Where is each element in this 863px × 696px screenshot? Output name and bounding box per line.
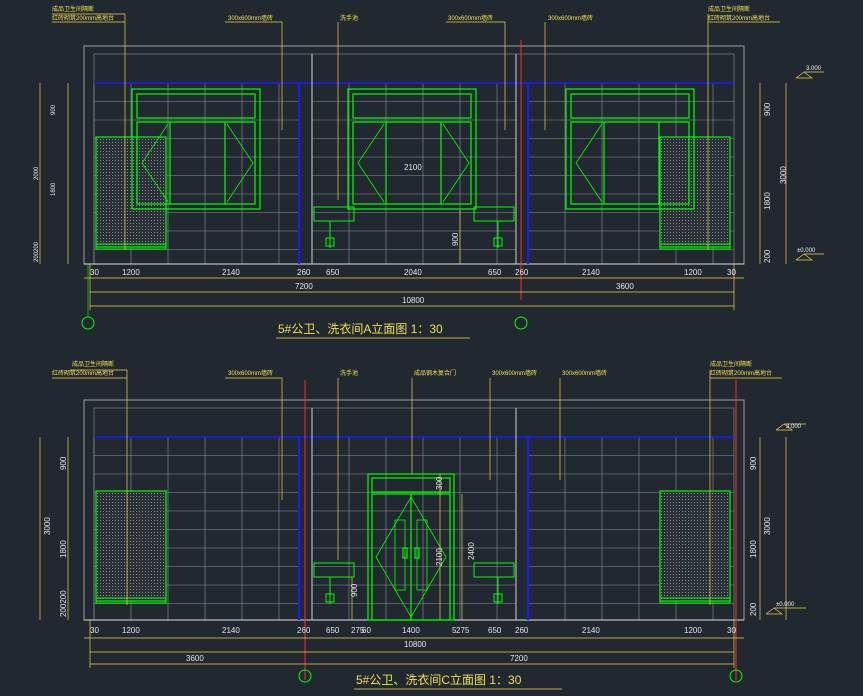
overall-dimension-label: 3600 [616,282,634,291]
annotation-note: 红砖砌筑200mm高地台 [52,369,114,377]
overall-dimension-label: 7200 [510,654,528,663]
side-dimension-label: 200 [763,249,772,263]
annotation-note: 300x600mm墙砖 [228,14,273,22]
inner-dimension-label: 2100 [404,163,422,172]
dimension-label: 260 [297,268,311,277]
dimension-label: 60 [362,626,371,635]
overall-dimension-label: 10800 [404,640,427,649]
dimension-label: 2140 [582,626,600,635]
annotation-note: 洗手池 [340,14,358,22]
dimension-label: 30 [90,626,99,635]
annotation-note: 成品卫生间隔断 [708,5,750,13]
side-dimension-label: 900 [749,456,758,470]
inner-dimension-label: 2100 [435,548,444,566]
annotation-note: 300x600mm墙砖 [448,14,493,22]
dimension-label: 650 [326,626,340,635]
overall-dimension-label: 7200 [295,282,313,291]
drawing-c-title: 5#公卫、洗衣间C立面图 1：30 [356,672,522,687]
toilet-partition-left-c [95,490,167,602]
annotation-note: 300x600mm墙砖 [548,14,593,22]
side-dimension-label: 3000 [43,517,52,535]
dimension-label: 650 [488,626,502,635]
side-dimension-label: 900 [51,104,57,115]
annotation-note: 成品卫生间隔断 [72,360,114,368]
dimension-label: 2140 [222,268,240,277]
side-dimension-label: 200 [749,602,758,616]
side-dimension-label: 200200 [34,241,40,262]
dimension-label: 1200 [684,626,702,635]
side-dimension-label: 1800 [749,540,758,558]
inner-dimension-label: 2400 [467,542,476,560]
toilet-partition-left-a [95,136,167,248]
annotation-note: 成品钢木复合门 [414,369,456,377]
side-dimension-label: 1800 [59,540,68,558]
dimension-label: 30 [727,268,736,277]
annotation-note: 300x600mm墙砖 [492,369,537,377]
side-dimension-label: 2000 [34,166,40,180]
dimension-label: 2140 [582,268,600,277]
annotation-note: 红砖砌筑200mm高地台 [708,14,770,22]
inner-dimension-label: 900 [350,583,359,597]
elevation-label: ±0.000 [797,248,816,254]
dimension-label: 30 [727,626,736,635]
drawing-canvas: 成品卫生间隔断红砖砌筑200mm高地台 300x600mm墙砖 洗手池 300x600… [0,0,863,696]
side-dimension-label: 3000 [779,166,788,184]
elevation-label: 3.000 [786,424,802,430]
elevation-label: ±0.000 [776,602,795,608]
toilet-partition-right-a [659,136,731,248]
elevation-label: 3.000 [806,66,822,72]
dimension-label: 260 [297,626,311,635]
inner-dimension-label: 300 [435,476,444,490]
annotation-note: 300x600mm墙砖 [228,369,273,377]
dimension-label: 1200 [684,268,702,277]
side-dimension-label: 900 [763,102,772,116]
annotation-note: 300x600mm墙砖 [562,369,607,377]
side-dimension-label: 3000 [763,517,772,535]
drawing-a-title: 5#公卫、洗衣间A立面图 1：30 [278,321,443,336]
dimension-label: 650 [326,268,340,277]
side-dimension-label: 1800 [763,192,772,210]
inner-dimension-label: 900 [451,232,460,246]
dimension-label: 30 [90,268,99,277]
dimension-label: 260 [515,268,529,277]
side-dimension-label: 200200 [59,590,68,617]
annotation-note: 成品卫生间隔断 [52,5,94,13]
toilet-partition-right-c [659,490,731,602]
dimension-label: 275 [456,626,470,635]
dimension-label: 650 [488,268,502,277]
side-dimension-label: 1800 [51,182,57,196]
annotation-note: 洗手池 [340,369,358,377]
overall-dimension-label: 3600 [186,654,204,663]
dimension-label: 1200 [122,268,140,277]
annotation-note: 成品卫生间隔断 [710,360,752,368]
annotation-note: 红砖砌筑200mm高地台 [52,14,114,22]
side-dimension-label: 900 [59,456,68,470]
dimension-label: 260 [515,626,529,635]
annotation-note: 红砖砌筑200mm高地台 [710,369,772,377]
overall-dimension-label: 10800 [402,296,425,305]
dimension-label: 1400 [402,626,420,635]
dimension-label: 2140 [222,626,240,635]
dimension-label: 2040 [404,268,422,277]
dimension-label: 1200 [122,626,140,635]
